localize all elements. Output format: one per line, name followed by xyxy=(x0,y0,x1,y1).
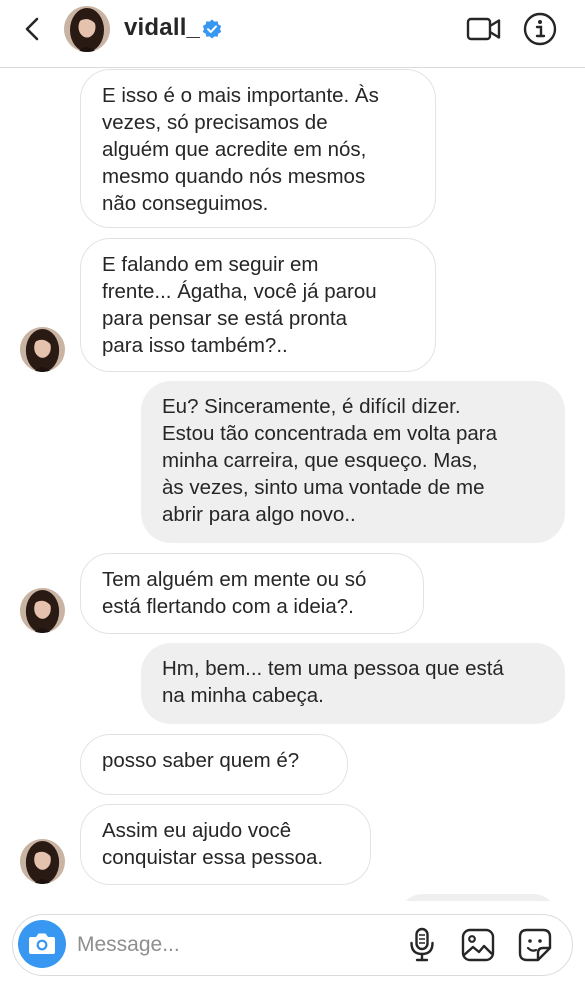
incoming-message[interactable]: posso saber quem é? xyxy=(80,734,348,795)
incoming-message[interactable]: E falando em seguir em frente... Ágatha,… xyxy=(80,238,436,372)
message-input[interactable] xyxy=(77,928,377,962)
gallery-button[interactable] xyxy=(461,928,495,962)
incoming-message[interactable]: Tem alguém em mente ou só está flertando… xyxy=(80,553,424,634)
chevron-left-icon xyxy=(25,17,39,41)
message-line: não conseguimos. xyxy=(102,192,269,215)
sender-avatar[interactable] xyxy=(20,327,65,372)
header-avatar[interactable] xyxy=(64,6,110,52)
message-line: está flertando com a ideia?. xyxy=(102,595,354,618)
message-line: E falando em seguir em xyxy=(102,253,319,276)
sticker-icon xyxy=(518,928,552,962)
message-line: para isso também?.. xyxy=(102,334,288,357)
message-composer xyxy=(12,914,573,976)
message-line: vezes, só precisamos de xyxy=(102,111,328,134)
info-icon xyxy=(523,12,557,46)
message-line: Eu? Sinceramente, é difícil dizer. xyxy=(162,395,461,418)
outgoing-message[interactable]: Eu? Sinceramente, é difícil dizer. Estou… xyxy=(141,381,565,543)
microphone-icon xyxy=(410,927,434,962)
sticker-button[interactable] xyxy=(518,928,552,962)
outgoing-message[interactable]: Hm, bem... tem uma pessoa que está na mi… xyxy=(141,643,565,724)
verified-badge-icon xyxy=(202,19,222,39)
image-icon xyxy=(461,928,495,962)
message-line: na minha cabeça. xyxy=(162,684,324,707)
message-line: alguém que acredite em nós, xyxy=(102,138,367,161)
message-thread[interactable]: E isso é o mais importante. Às vezes, só… xyxy=(0,69,585,901)
camera-icon xyxy=(29,933,55,954)
message-line: Estou tão concentrada em volta para xyxy=(162,422,498,445)
voice-message-button[interactable] xyxy=(407,927,437,963)
video-call-button[interactable] xyxy=(466,14,502,44)
camera-button[interactable] xyxy=(18,920,66,968)
message-line: conquistar essa pessoa. xyxy=(102,846,324,869)
incoming-message[interactable]: Assim eu ajudo você conquistar essa pess… xyxy=(80,804,371,885)
incoming-message[interactable]: E isso é o mais importante. Às vezes, só… xyxy=(80,69,436,228)
info-button[interactable] xyxy=(523,12,557,46)
message-line: E isso é o mais importante. Às xyxy=(102,84,379,107)
message-line: frente... Ágatha, você já parou xyxy=(102,280,377,303)
message-line: minha carreira, que esqueço. Mas, xyxy=(162,449,478,472)
message-line: Tem alguém em mente ou só xyxy=(102,568,367,591)
sender-avatar[interactable] xyxy=(20,588,65,633)
message-line: às vezes, sinto uma vontade de me xyxy=(162,476,485,499)
message-line: Hm, bem... tem uma pessoa que está xyxy=(162,657,504,680)
message-line: Assim eu ajudo você xyxy=(102,819,292,842)
outgoing-message-partial[interactable] xyxy=(398,894,558,901)
message-line: mesmo quando nós mesmos xyxy=(102,165,366,188)
sender-avatar[interactable] xyxy=(20,839,65,884)
message-line: posso saber quem é? xyxy=(102,749,300,772)
video-camera-icon xyxy=(466,17,501,41)
back-button[interactable] xyxy=(18,14,48,44)
message-line: para pensar se está pronta xyxy=(102,307,348,330)
chat-username[interactable]: vidall_ xyxy=(124,14,200,42)
message-line: abrir para algo novo.. xyxy=(162,503,356,526)
chat-header: vidall_ xyxy=(0,0,585,68)
